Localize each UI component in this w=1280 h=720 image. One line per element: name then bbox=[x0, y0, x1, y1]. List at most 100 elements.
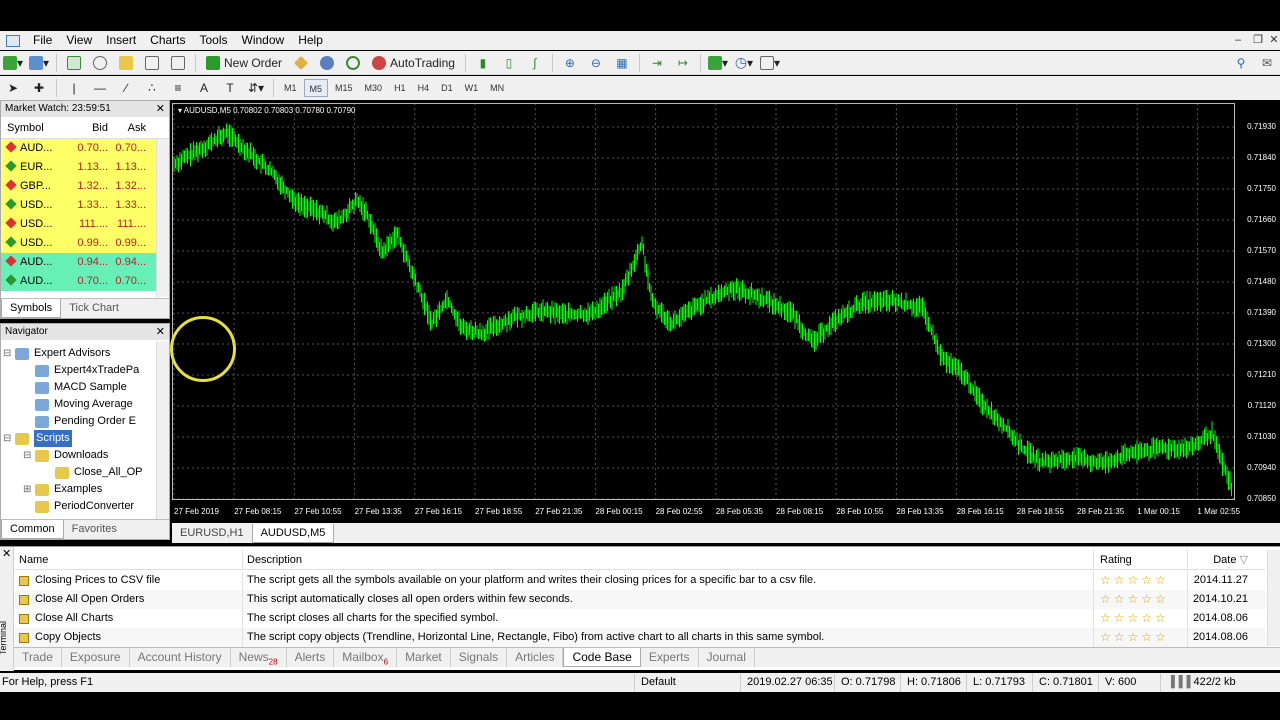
market-watch-row[interactable]: USD... 0.99... 0.99... bbox=[1, 234, 157, 253]
tab-tick-chart[interactable]: Tick Chart bbox=[61, 299, 127, 318]
navigator-item[interactable]: Pending Order E bbox=[35, 413, 136, 430]
indicators-button[interactable]: ▾ bbox=[707, 53, 729, 73]
navigator-item[interactable]: ⊟ Scripts bbox=[3, 430, 72, 447]
timeframe-h1[interactable]: H1 bbox=[389, 79, 411, 97]
navigator-item[interactable]: Close_All_OP bbox=[55, 464, 142, 481]
symbol-header[interactable]: Symbol bbox=[1, 117, 75, 138]
cursor-tool[interactable]: ➤ bbox=[2, 78, 24, 98]
menu-tools[interactable]: Tools bbox=[193, 31, 235, 50]
bid-header[interactable]: Bid bbox=[75, 117, 108, 138]
expand-toggle-icon[interactable]: ⊞ bbox=[23, 481, 31, 498]
market-watch-row[interactable]: EUR... 1.13... 1.13... bbox=[1, 158, 157, 177]
market-watch-row[interactable]: AUD... 0.70... 0.70... bbox=[1, 139, 157, 158]
navigator-item[interactable]: Expert4xTradePa bbox=[35, 362, 139, 379]
horizontal-line-tool[interactable]: — bbox=[89, 78, 111, 98]
menu-charts[interactable]: Charts bbox=[143, 31, 192, 50]
data-window-button[interactable] bbox=[89, 53, 111, 73]
navigator-scrollbar[interactable] bbox=[156, 341, 169, 519]
codebase-row[interactable]: Close All Open Orders This script automat… bbox=[15, 590, 1265, 609]
timeframe-w1[interactable]: W1 bbox=[460, 79, 484, 97]
bar-chart-button[interactable]: ▮ bbox=[472, 53, 494, 73]
metaeditor-button[interactable] bbox=[290, 53, 312, 73]
crosshair-tool[interactable]: ✚ bbox=[28, 78, 50, 98]
expand-toggle-icon[interactable]: ⊟ bbox=[23, 447, 31, 464]
codebase-row[interactable]: Close All Charts The script closes all ch… bbox=[15, 609, 1265, 628]
timeframe-d1[interactable]: D1 bbox=[436, 79, 458, 97]
navigator-item[interactable]: ⊟ Downloads bbox=[23, 447, 108, 464]
minimize-icon[interactable]: – bbox=[1228, 31, 1248, 50]
close-icon[interactable]: ✕ bbox=[156, 324, 165, 340]
terminal-tab-experts[interactable]: Experts bbox=[641, 648, 699, 667]
codebase-row[interactable]: Closing Prices to CSV file The script get… bbox=[15, 571, 1265, 590]
timeframe-m1[interactable]: M1 bbox=[279, 79, 302, 97]
signals-button[interactable] bbox=[316, 53, 338, 73]
price-chart[interactable]: ▾ AUDUSD,M5 0.70802 0.70803 0.70780 0.70… bbox=[172, 103, 1280, 521]
timeframe-m30[interactable]: M30 bbox=[360, 79, 388, 97]
close-icon[interactable]: ✕ bbox=[2, 547, 11, 560]
date-column-header[interactable]: Date ▽ bbox=[1188, 550, 1252, 569]
search-button[interactable]: ⚲ bbox=[1230, 53, 1252, 73]
navigator-item[interactable]: PeriodConverter bbox=[35, 498, 134, 515]
terminal-tab-signals[interactable]: Signals bbox=[451, 648, 508, 667]
text-tool[interactable]: A bbox=[193, 78, 215, 98]
close-icon[interactable]: ✕ bbox=[156, 101, 165, 117]
terminal-tab-articles[interactable]: Articles bbox=[507, 648, 564, 667]
chart-shift-button[interactable]: ↦ bbox=[672, 53, 694, 73]
chart-tab-audusd-m5[interactable]: AUDUSD,M5 bbox=[251, 523, 335, 543]
navigator-item[interactable]: ⊟ Expert Advisors bbox=[3, 345, 110, 362]
chart-tab-eurusd-h1[interactable]: EURUSD,H1 bbox=[172, 524, 252, 543]
menu-view[interactable]: View bbox=[59, 31, 99, 50]
arrows-tool[interactable]: ⇵▾ bbox=[245, 78, 267, 98]
terminal-tab-mailbox[interactable]: Mailbox6 bbox=[334, 648, 398, 667]
timeframe-h4[interactable]: H4 bbox=[413, 79, 435, 97]
strategy-tester-button[interactable] bbox=[167, 53, 189, 73]
codebase-scrollbar[interactable] bbox=[1267, 550, 1280, 646]
expand-toggle-icon[interactable]: ⊟ bbox=[3, 345, 11, 362]
market-watch-row[interactable]: USD... 111.... 111.... bbox=[1, 215, 157, 234]
market-watch-row[interactable]: USD... 1.33... 1.33... bbox=[1, 196, 157, 215]
zoom-in-button[interactable]: ⊕ bbox=[559, 53, 581, 73]
navigator-item[interactable]: ⊞ Examples bbox=[23, 481, 102, 498]
label-tool[interactable]: T bbox=[219, 78, 241, 98]
terminal-tab-exposure[interactable]: Exposure bbox=[62, 648, 130, 667]
new-chart-button[interactable]: ▾ bbox=[2, 53, 24, 73]
timeframe-m15[interactable]: M15 bbox=[330, 79, 358, 97]
menu-help[interactable]: Help bbox=[291, 31, 330, 50]
rating-column-header[interactable]: Rating bbox=[1094, 550, 1188, 569]
timeframe-mn[interactable]: MN bbox=[485, 79, 509, 97]
market-watch-row[interactable]: AUD... 0.70... 0.70... bbox=[1, 272, 157, 291]
tab-common[interactable]: Common bbox=[1, 520, 64, 539]
terminal-tab-alerts[interactable]: Alerts bbox=[287, 648, 335, 667]
market-button[interactable] bbox=[342, 53, 364, 73]
close-icon[interactable]: ✕ bbox=[1264, 31, 1280, 50]
name-column-header[interactable]: Name bbox=[15, 550, 243, 569]
menu-file[interactable]: File bbox=[26, 31, 59, 50]
chat-button[interactable]: ✉ bbox=[1256, 53, 1278, 73]
vertical-line-tool[interactable]: | bbox=[63, 78, 85, 98]
navigator-button[interactable] bbox=[115, 53, 137, 73]
navigator-item[interactable]: MACD Sample bbox=[35, 379, 127, 396]
terminal-tab-journal[interactable]: Journal bbox=[699, 648, 755, 667]
trendline-tool[interactable]: ∕ bbox=[115, 78, 137, 98]
new-order-button[interactable]: New Order bbox=[202, 53, 286, 73]
menu-insert[interactable]: Insert bbox=[99, 31, 143, 50]
tile-windows-button[interactable]: ▦ bbox=[611, 53, 633, 73]
templates-button[interactable]: ▾ bbox=[759, 53, 781, 73]
terminal-tab-code-base[interactable]: Code Base bbox=[563, 648, 641, 667]
terminal-tab-trade[interactable]: Trade bbox=[14, 648, 62, 667]
profiles-button[interactable]: ▾ bbox=[28, 53, 50, 73]
menu-window[interactable]: Window bbox=[235, 31, 292, 50]
navigator-item[interactable]: Moving Average bbox=[35, 396, 133, 413]
terminal-tab-news[interactable]: News28 bbox=[231, 648, 287, 667]
zoom-out-button[interactable]: ⊖ bbox=[585, 53, 607, 73]
autotrading-button[interactable]: AutoTrading bbox=[368, 53, 459, 73]
market-watch-scrollbar[interactable] bbox=[156, 139, 169, 297]
candlesticks-button[interactable]: ▯ bbox=[498, 53, 520, 73]
channel-tool[interactable]: ∴ bbox=[141, 78, 163, 98]
line-chart-button[interactable]: ∫ bbox=[524, 53, 546, 73]
terminal-tab-market[interactable]: Market bbox=[397, 648, 451, 667]
fibo-tool[interactable]: ≡ bbox=[167, 78, 189, 98]
terminal-tab-account-history[interactable]: Account History bbox=[130, 648, 231, 667]
periods-button[interactable]: ◷ ▾ bbox=[733, 53, 755, 73]
description-column-header[interactable]: Description bbox=[243, 550, 1094, 569]
